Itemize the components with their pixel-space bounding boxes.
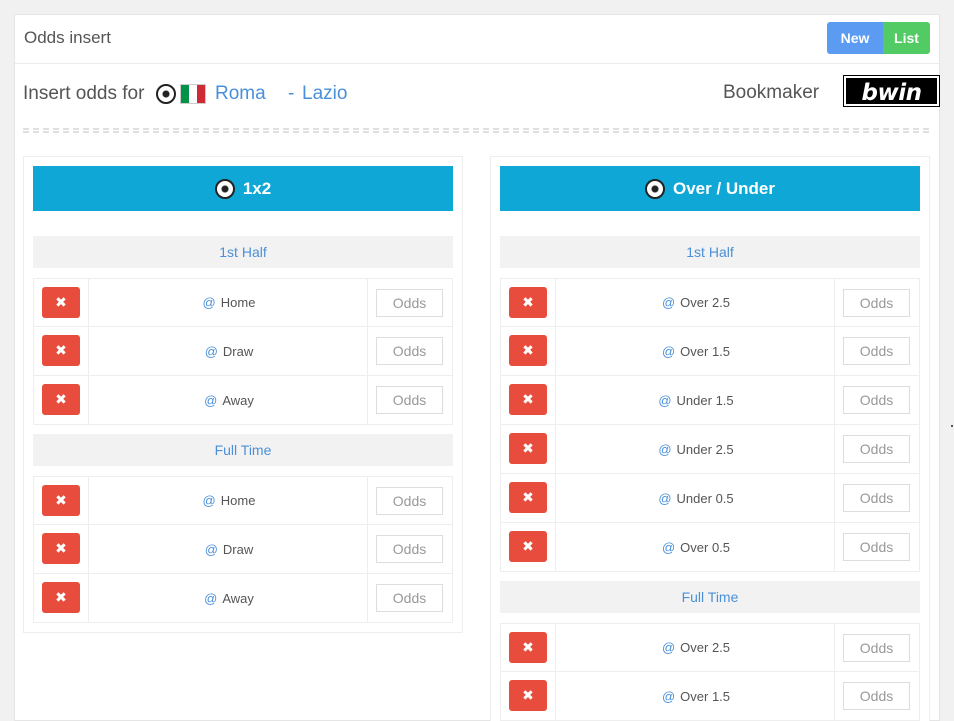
odds-row: ✖ @ Draw bbox=[33, 525, 453, 574]
bookmaker-label: Bookmaker bbox=[723, 82, 820, 103]
odds-row: ✖ @ Away bbox=[33, 376, 453, 425]
delete-button[interactable]: ✖ bbox=[509, 287, 547, 318]
odds-row: ✖ @ Draw bbox=[33, 327, 453, 376]
delete-button[interactable]: ✖ bbox=[509, 531, 547, 562]
panel-header: Odds insert New List bbox=[15, 15, 939, 64]
odds-row: ✖ @ Home bbox=[33, 278, 453, 327]
odds-row: ✖ @ Over 2.5 bbox=[500, 623, 920, 672]
outcome-label: @ Over 2.5 bbox=[661, 640, 731, 655]
market-title: Over / Under bbox=[672, 178, 776, 198]
odds-input[interactable] bbox=[843, 533, 910, 561]
outcome-label: @ Draw bbox=[204, 541, 254, 557]
odds-input[interactable] bbox=[843, 289, 910, 317]
soccer-ball-icon bbox=[214, 178, 235, 199]
delete-button[interactable]: ✖ bbox=[42, 287, 80, 318]
outcome-label: @ Under 2.5 bbox=[658, 441, 734, 457]
odds-input[interactable] bbox=[843, 634, 910, 662]
section-title: 1st Half bbox=[33, 236, 453, 268]
section-title: Full Time bbox=[33, 434, 453, 466]
match-icons bbox=[156, 84, 206, 104]
odds-input[interactable] bbox=[843, 435, 910, 463]
outcome-label: @ Draw bbox=[204, 343, 254, 359]
soccer-ball-icon bbox=[644, 178, 665, 199]
odds-input[interactable] bbox=[843, 484, 910, 512]
odds-input[interactable] bbox=[376, 584, 443, 612]
odds-row: ✖ @ Over 0.5 bbox=[500, 523, 920, 572]
section-title: Full Time bbox=[500, 581, 920, 613]
odds-input[interactable] bbox=[376, 487, 443, 515]
outcome-label: @ Over 0.5 bbox=[661, 539, 731, 555]
market-title: 1x2 bbox=[242, 178, 272, 198]
section-title: 1st Half bbox=[500, 236, 920, 268]
delete-button[interactable]: ✖ bbox=[42, 533, 80, 564]
dashed-divider bbox=[23, 128, 929, 133]
team-separator: - bbox=[288, 83, 295, 104]
market-header-1x2: 1x2 bbox=[33, 166, 453, 211]
odds-row: ✖ @ Over 2.5 bbox=[500, 278, 920, 327]
list-button[interactable]: List bbox=[883, 22, 930, 54]
odds-row: ✖ @ Away bbox=[33, 574, 453, 623]
delete-button[interactable]: ✖ bbox=[509, 433, 547, 464]
odds-input[interactable] bbox=[843, 386, 910, 414]
insert-odds-label: Insert odds for bbox=[23, 83, 145, 104]
page-title: Odds insert bbox=[24, 28, 111, 47]
delete-button[interactable]: ✖ bbox=[42, 582, 80, 613]
outcome-label: @ Home bbox=[202, 493, 256, 508]
delete-button[interactable]: ✖ bbox=[509, 680, 547, 711]
delete-button[interactable]: ✖ bbox=[42, 384, 80, 415]
outcome-label: @ Home bbox=[202, 295, 256, 310]
odds-row: ✖ @ Over 1.5 bbox=[500, 672, 920, 721]
odds-row: ✖ @ Under 0.5 bbox=[500, 474, 920, 523]
bookmaker-logo: bwin bbox=[843, 75, 940, 107]
odds-input[interactable] bbox=[843, 682, 910, 710]
match-header: Insert odds for Roma - Lazio Bookmaker b… bbox=[23, 75, 940, 112]
delete-button[interactable]: ✖ bbox=[509, 482, 547, 513]
outcome-label: @ Under 1.5 bbox=[658, 392, 734, 408]
odds-input[interactable] bbox=[376, 535, 443, 563]
new-button[interactable]: New bbox=[827, 22, 883, 54]
odds-input[interactable] bbox=[376, 289, 443, 317]
odds-row: ✖ @ Under 1.5 bbox=[500, 376, 920, 425]
delete-button[interactable]: ✖ bbox=[42, 335, 80, 366]
outcome-label: @ Away bbox=[204, 392, 254, 408]
odds-input[interactable] bbox=[843, 337, 910, 365]
odds-input[interactable] bbox=[376, 337, 443, 365]
action-button-group: New List bbox=[827, 22, 930, 54]
home-team-link[interactable]: Roma bbox=[215, 83, 266, 105]
away-team-link[interactable]: Lazio bbox=[302, 83, 347, 105]
odds-input[interactable] bbox=[376, 386, 443, 414]
outcome-label: @ Over 1.5 bbox=[661, 343, 731, 359]
odds-row: ✖ @ Under 2.5 bbox=[500, 425, 920, 474]
italy-flag-icon bbox=[180, 84, 206, 104]
outcome-label: @ Over 1.5 bbox=[661, 688, 731, 704]
odds-row: ✖ @ Home bbox=[33, 476, 453, 525]
scroll-marker bbox=[951, 425, 953, 427]
delete-button[interactable]: ✖ bbox=[42, 485, 80, 516]
delete-button[interactable]: ✖ bbox=[509, 335, 547, 366]
outcome-label: @ Away bbox=[204, 590, 254, 606]
odds-row: ✖ @ Over 1.5 bbox=[500, 327, 920, 376]
soccer-ball-icon bbox=[156, 84, 176, 104]
delete-button[interactable]: ✖ bbox=[509, 632, 547, 663]
market-header-over-under: Over / Under bbox=[500, 166, 920, 211]
outcome-label: @ Over 2.5 bbox=[661, 295, 731, 310]
outcome-label: @ Under 0.5 bbox=[658, 490, 734, 506]
delete-button[interactable]: ✖ bbox=[509, 384, 547, 415]
